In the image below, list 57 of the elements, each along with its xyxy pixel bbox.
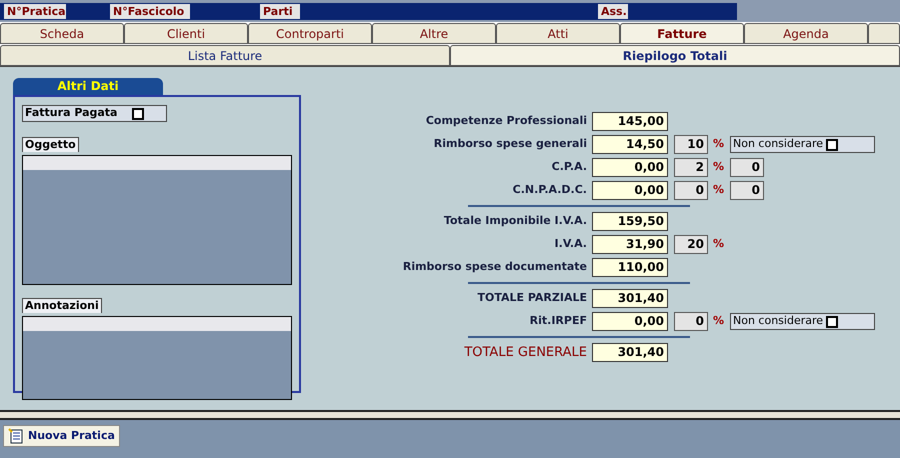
checkbox[interactable] [826,316,838,328]
row-label: C.N.P.A.D.C. [512,182,588,198]
row-label: I.V.A. [554,236,588,252]
field-label: Ass. [598,4,628,19]
new-case-button[interactable]: Nuova Pratica [3,425,120,447]
field-label: Parti [260,4,300,19]
percent-sign: % [713,159,726,176]
percent-field: 0 [674,181,708,200]
extra-field: 0 [730,158,764,177]
percent-field: 2 [674,158,708,177]
field-label: Oggetto [22,137,79,152]
checkbox[interactable] [132,108,144,120]
amount-field: 0,00 [592,181,668,200]
document-icon [8,428,24,444]
percent-sign: % [713,236,726,252]
row-label: TOTALE PARZIALE [476,290,588,306]
field-label: N°Pratica [4,4,66,19]
field-label: N°Fascicolo [110,4,190,19]
text-area[interactable] [22,155,292,285]
amount-field: 301,40 [592,289,668,308]
percent-field: 20 [674,235,708,254]
amount-field: 0,00 [592,158,668,177]
field-label: Annotazioni [22,298,102,313]
percent-field: 0 [674,312,708,331]
amount-field: 110,00 [592,258,668,277]
tab[interactable]: Fatture [620,23,744,44]
row-label: Rimborso spese generali [432,136,588,152]
percent-field: 10 [674,135,708,154]
amount-field: 14,50 [592,135,668,154]
tab[interactable]: Controparti [248,23,372,44]
row-label: C.P.A. [550,159,588,176]
tab[interactable]: Scheda [0,23,124,44]
checkbox-label: Non considerare [733,136,824,152]
tab[interactable]: Riepilogo Totali [450,45,900,66]
percent-sign: % [713,136,726,152]
checkbox-label: Fattura Pagata [25,105,118,122]
row-label: Rimborso spese documentate [402,259,588,276]
percent-sign: % [713,182,726,198]
tab[interactable]: Lista Fatture [0,45,450,66]
row-label: Totale Imponibile I.V.A. [442,213,588,230]
row-label: TOTALE GENERALE [463,344,588,362]
tab[interactable]: Clienti [124,23,248,44]
checkbox-label: Non considerare [733,313,824,330]
checkbox[interactable] [826,138,838,150]
amount-field: 0,00 [592,312,668,331]
extra-field: 0 [730,181,764,200]
amount-field: 301,40 [592,343,668,362]
row-label: Competenze Professionali [424,113,588,130]
amount-field: 159,50 [592,212,668,231]
row-label: Rit.IRPEF [528,313,588,330]
amount-field: 145,00 [592,112,668,131]
tab[interactable]: Agenda [744,23,868,44]
tab[interactable]: Atti [496,23,620,44]
amount-field: 31,90 [592,235,668,254]
percent-sign: % [713,313,726,330]
tab[interactable]: Altre [372,23,496,44]
text-area[interactable] [22,316,292,400]
